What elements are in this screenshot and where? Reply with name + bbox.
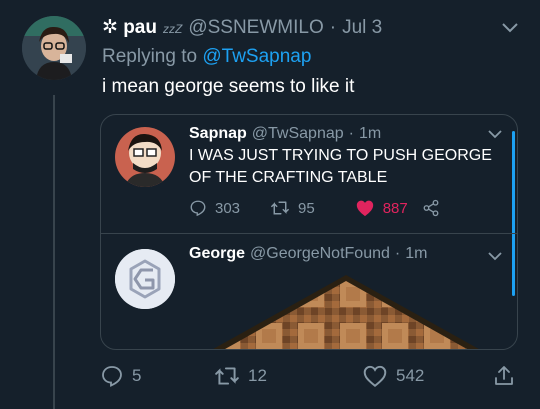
quoted-like-button[interactable]: 887 xyxy=(355,199,408,217)
quoted-name[interactable]: George xyxy=(189,245,245,263)
george-avatar[interactable] xyxy=(115,249,175,309)
quoted-name[interactable]: Sapnap xyxy=(189,125,247,143)
quoted-retweet-button[interactable]: 95 xyxy=(270,199,315,217)
caret-down-icon[interactable] xyxy=(500,20,520,36)
share-icon xyxy=(422,199,440,217)
quoted-actions: 303 95 887 xyxy=(189,199,440,217)
reply-count: 5 xyxy=(132,366,142,385)
name-badge: zzZ xyxy=(162,22,183,36)
tweet-header: ✲ pau zzZ @SSNEWMILO · Jul 3 xyxy=(102,16,382,42)
like-count: 542 xyxy=(396,366,425,385)
reply-icon xyxy=(100,364,124,388)
retweet-count: 12 xyxy=(248,366,267,385)
scrollbar[interactable] xyxy=(512,131,515,296)
sapnap-avatar[interactable] xyxy=(115,127,175,187)
like-icon xyxy=(362,364,388,388)
like-count: 887 xyxy=(382,199,408,217)
display-name[interactable]: ✲ pau xyxy=(102,16,157,39)
quoted-header: Sapnap @TwSapnap · 1m xyxy=(189,125,381,143)
separator: · xyxy=(394,245,401,262)
caret-down-icon[interactable] xyxy=(487,127,503,139)
replying-prefix: Replying to xyxy=(102,46,198,67)
quoted-header: George @GeorgeNotFound · 1m xyxy=(189,245,427,263)
retweet-icon xyxy=(214,364,240,388)
reply-button[interactable]: 5 xyxy=(100,364,141,388)
quoted-handle[interactable]: @GeorgeNotFound xyxy=(250,245,390,263)
thread-divider xyxy=(101,233,517,234)
quoted-reply-button[interactable]: 303 xyxy=(189,199,240,217)
reply-mention-link[interactable]: @TwSapnap xyxy=(202,46,311,67)
retweet-icon xyxy=(270,199,290,217)
tweet-text: i mean george seems to like it xyxy=(102,76,355,97)
retweet-button[interactable]: 12 xyxy=(214,364,267,388)
like-icon xyxy=(355,199,375,217)
reply-count: 303 xyxy=(215,199,241,217)
separator: · xyxy=(348,125,354,142)
like-button[interactable]: 542 xyxy=(362,364,424,388)
quoted-share-button[interactable] xyxy=(422,199,440,217)
share-button[interactable] xyxy=(492,364,516,388)
tweet-actions: 5 12 542 xyxy=(100,364,520,390)
crafting-table-image xyxy=(206,273,486,349)
caret-down-icon[interactable] xyxy=(487,249,503,261)
reply-icon xyxy=(189,199,207,217)
thread-line xyxy=(53,95,55,409)
quoted-time[interactable]: 1m xyxy=(359,125,381,143)
quoted-text: I WAS JUST TRYING TO PUSH GEORGE OF THE … xyxy=(189,147,492,186)
avatar[interactable] xyxy=(22,16,86,80)
retweet-count: 95 xyxy=(298,199,315,217)
quoted-time[interactable]: 1m xyxy=(405,245,427,263)
quoted-thread-card[interactable]: Sapnap @TwSapnap · 1m I WAS JUST TRYING … xyxy=(100,114,518,350)
quoted-handle[interactable]: @TwSapnap xyxy=(252,125,344,143)
separator: · xyxy=(329,17,337,38)
tweet-date[interactable]: Jul 3 xyxy=(342,17,382,39)
user-handle[interactable]: @SSNEWMILO xyxy=(188,17,323,39)
replying-to: Replying to @TwSapnap xyxy=(102,46,311,68)
share-icon xyxy=(492,364,516,388)
